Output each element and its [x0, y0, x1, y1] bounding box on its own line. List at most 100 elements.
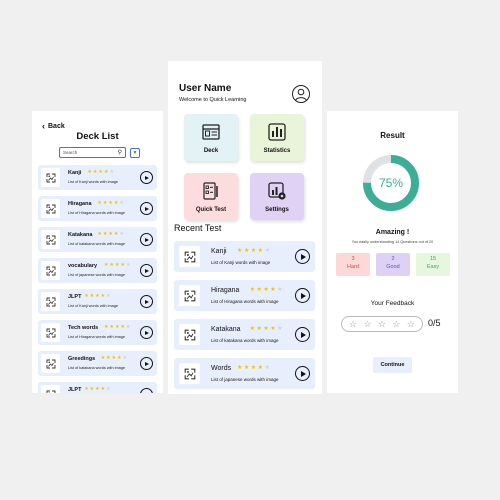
item-description: List of katakana words with image [211, 338, 279, 343]
play-button[interactable] [140, 233, 153, 246]
star-icon[interactable]: ☆ [392, 319, 400, 330]
settings-tile[interactable]: Settings [250, 173, 304, 220]
star-icon: ★ [264, 248, 272, 254]
play-button[interactable] [140, 171, 153, 184]
deck-tile[interactable]: Deck [184, 114, 238, 161]
play-button[interactable] [140, 388, 153, 393]
filter-button[interactable]: ▼ [130, 147, 140, 158]
tile-label: Deck [203, 148, 219, 154]
search-input[interactable]: Search ⚲ [59, 147, 126, 158]
deck-item[interactable]: Hiragana ★★★★★ List of Hiragana words with… [38, 196, 157, 221]
star-icon[interactable]: ☆ [378, 319, 386, 330]
item-description: List of katakana words with image [68, 366, 125, 370]
item-name: Hiragana [211, 287, 240, 294]
search-icon: ⚲ [117, 150, 122, 156]
star-icon: ★ [125, 324, 132, 330]
play-button[interactable] [295, 366, 310, 381]
star-icon[interactable]: ☆ [407, 319, 415, 330]
search-bar: Search ⚲ ▼ [59, 147, 157, 158]
easy-button[interactable]: 15 Easy [416, 253, 450, 276]
play-button[interactable] [295, 249, 310, 264]
deck-item[interactable]: vocabulary ★★★★★ List of japanese words wi… [38, 258, 157, 283]
deck-thumbnail [41, 385, 60, 393]
deck-item[interactable]: JLPT★★★★★List of Kanji words with image [38, 289, 157, 314]
statistics-tile[interactable]: Statistics [250, 114, 304, 161]
play-button[interactable] [140, 202, 153, 215]
user-icon [295, 88, 307, 102]
image-icon [46, 204, 55, 213]
item-description: List of japanese words with image [68, 273, 125, 277]
recent-test-title: Recent Test [174, 223, 222, 233]
star-rating: ★★★★★ [97, 200, 124, 206]
good-button[interactable]: 2 Good [376, 253, 410, 276]
recent-test-item[interactable]: Kanji ★★★★★ List of Kanji words with image [174, 241, 315, 272]
play-button[interactable] [295, 288, 310, 303]
avatar[interactable] [292, 85, 310, 103]
recent-test-item[interactable]: Hiragana ★★★★★ List of Hiragana words with… [174, 280, 315, 311]
item-name: Katakana [211, 326, 241, 333]
continue-button[interactable]: Continue [373, 357, 412, 373]
star-rating: ★★★★★ [104, 262, 131, 268]
deck-item[interactable]: Tech words ★★★★★ List of Hiragana words wi… [38, 320, 157, 345]
star-icon: ★ [122, 355, 129, 361]
quick-test-tile[interactable]: Quick Test [184, 173, 238, 220]
hard-button[interactable]: 3 Hard [336, 253, 370, 276]
star-icon: ★ [119, 231, 125, 237]
back-label: Back [48, 123, 65, 130]
play-icon [145, 237, 150, 242]
score-percent: 75% [378, 176, 404, 190]
play-button[interactable] [140, 326, 153, 339]
star-rating: ★★★★★ [101, 355, 128, 361]
back-button[interactable]: ‹ Back [42, 122, 65, 131]
star-rating: ★★★★★ [88, 169, 115, 175]
feedback-title: Your Feedback [370, 300, 415, 307]
deck-item[interactable]: JLPT★★★★★List of Kanji words with image [38, 382, 157, 393]
book-icon [202, 124, 220, 140]
hard-count: 3 [351, 256, 355, 262]
star-icon[interactable]: ☆ [364, 319, 372, 330]
deck-item[interactable]: Greedings ★★★★★ List of katakana words wit… [38, 351, 157, 376]
deck-thumbnail [41, 354, 60, 373]
deck-thumbnail [41, 230, 60, 249]
hard-label: Hard [347, 263, 359, 270]
tile-label: Quick Test [195, 207, 227, 213]
welcome-text: Welcome to Quick Learning [179, 97, 247, 103]
item-description: List of Kanji words with image [68, 304, 119, 308]
play-button[interactable] [140, 295, 153, 308]
filter-icon: ▼ [132, 149, 138, 156]
deck-thumbnail [41, 323, 60, 342]
user-name: User Name [179, 83, 232, 94]
recent-test-item[interactable]: Words ★★★★★ List of japanese words with im… [174, 358, 315, 389]
deck-item[interactable]: Katakana ★★★★★ List of katakana words with… [38, 227, 157, 252]
play-button[interactable] [295, 327, 310, 342]
star-icon[interactable]: ☆ [349, 319, 357, 330]
play-icon [145, 330, 150, 335]
play-button[interactable] [140, 264, 153, 277]
star-icon: ★ [106, 293, 112, 299]
image-icon [46, 359, 55, 368]
item-description: List of Hiragana words with image [68, 211, 125, 215]
play-icon [145, 392, 150, 393]
item-name: JLPT [68, 294, 82, 300]
result-headline: Amazing ! [375, 229, 410, 236]
image-icon [46, 328, 55, 337]
star-rating: ★★★★★ [237, 247, 271, 254]
play-icon [145, 361, 150, 366]
recent-test-list: Kanji ★★★★★ List of Kanji words with image… [174, 241, 315, 394]
recent-test-item[interactable]: Katakana ★★★★★ List of katakana words with… [174, 319, 315, 350]
item-description: List of Hiragana words with image [68, 335, 125, 339]
deck-item[interactable]: Kanji ★★★★★ List of Kanji words with image [38, 165, 157, 190]
star-rating: ★★★★★ [250, 325, 284, 332]
deck-thumbnail [179, 285, 200, 306]
item-description: List of Kanji words with image [211, 260, 271, 265]
star-icon: ★ [119, 200, 125, 206]
difficulty-buttons: 3 Hard 2 Good 15 Easy [336, 253, 450, 276]
item-name: Hiragana [68, 201, 92, 207]
tile-label: Statistics [263, 148, 291, 154]
play-button[interactable] [140, 357, 153, 370]
item-description: List of Hiragana words with image [211, 299, 279, 304]
easy-count: 15 [429, 256, 437, 262]
star-icon: ★ [109, 169, 115, 175]
image-icon [46, 390, 55, 393]
bar-chart-icon [268, 123, 286, 141]
